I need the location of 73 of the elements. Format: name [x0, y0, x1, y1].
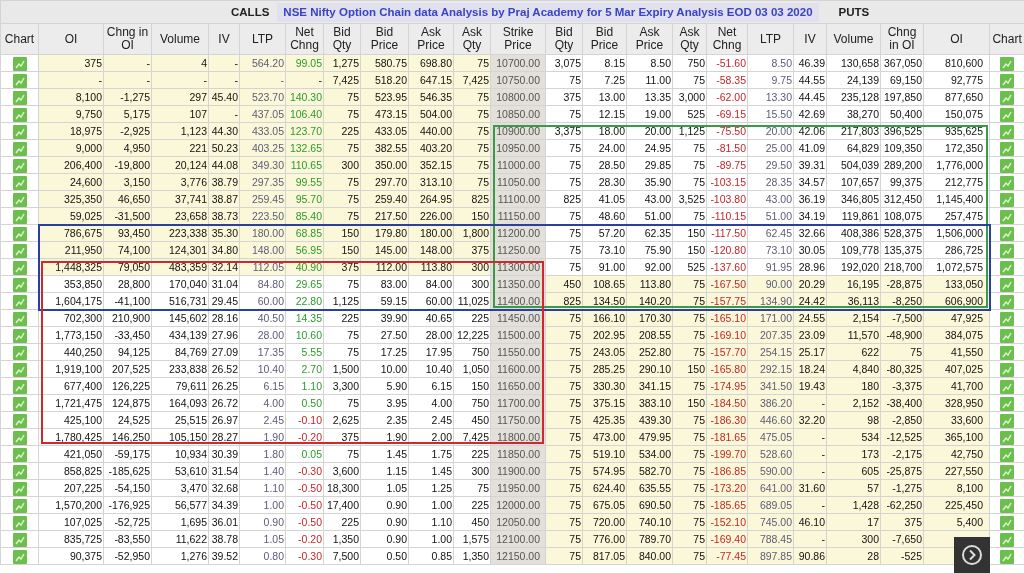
chart-icon[interactable] — [12, 515, 27, 530]
chart-icon[interactable] — [12, 209, 27, 224]
chart-icon[interactable] — [1000, 277, 1015, 292]
chart-icon[interactable] — [1000, 209, 1015, 224]
chart-icon[interactable] — [1000, 124, 1015, 139]
chart-icon[interactable] — [12, 226, 27, 241]
chart-icon[interactable] — [1000, 413, 1015, 428]
chart-icon[interactable] — [12, 192, 27, 207]
section-label: PUTS — [838, 4, 870, 20]
chart-icon[interactable] — [1000, 396, 1015, 411]
chart-icon[interactable] — [1000, 379, 1015, 394]
chart-icon[interactable] — [12, 549, 27, 564]
page-title: NSE Nifty Option Chain data Analysis by Praj Academy for 5 Mar Expiry Analysis EOD 03 03 2020 — [277, 2, 819, 22]
chart-icon[interactable] — [12, 277, 27, 292]
chart-icon[interactable] — [1000, 515, 1015, 530]
chart-icon[interactable] — [1000, 141, 1015, 156]
chart-icon[interactable] — [12, 447, 27, 462]
chart-icon[interactable] — [1000, 73, 1015, 88]
chart-icon[interactable] — [1000, 498, 1015, 513]
chart-icon[interactable] — [1000, 430, 1015, 445]
column-header: OI — [923, 23, 990, 55]
chart-icon[interactable] — [12, 379, 27, 394]
chart-icon[interactable] — [1000, 158, 1015, 173]
chart-icon[interactable] — [12, 294, 27, 309]
chart-icon[interactable] — [1000, 243, 1015, 258]
chart-icon[interactable] — [12, 328, 27, 343]
column-header: Chart — [0, 23, 39, 55]
chart-icon[interactable] — [1000, 362, 1015, 377]
next-icon — [961, 544, 983, 566]
chart-icon[interactable] — [1000, 56, 1015, 71]
chart-icon[interactable] — [12, 158, 27, 173]
chart-icon[interactable] — [1000, 345, 1015, 360]
chart-icon[interactable] — [12, 56, 27, 71]
chart-icon[interactable] — [1000, 192, 1015, 207]
next-button[interactable] — [954, 537, 990, 573]
chart-icon[interactable] — [1000, 260, 1015, 275]
chart-icon[interactable] — [12, 464, 27, 479]
chart-icon[interactable] — [1000, 481, 1015, 496]
chart-icon[interactable] — [12, 243, 27, 258]
chart-icon[interactable] — [12, 107, 27, 122]
chart-icon[interactable] — [12, 260, 27, 275]
chart-icon[interactable] — [12, 498, 27, 513]
chart-icon[interactable] — [1000, 532, 1015, 547]
chart-icon[interactable] — [12, 141, 27, 156]
chart-icon[interactable] — [1000, 328, 1015, 343]
chart-icon[interactable] — [12, 73, 27, 88]
chart-icon[interactable] — [1000, 311, 1015, 326]
chart-icon[interactable] — [12, 175, 27, 190]
column-header: OI — [38, 23, 104, 55]
chart-icon[interactable] — [1000, 447, 1015, 462]
chart-icon[interactable] — [12, 90, 27, 105]
chart-icon[interactable] — [12, 124, 27, 139]
chart-icon[interactable] — [1000, 90, 1015, 105]
column-header: Bid Price — [360, 23, 409, 55]
chart-icon[interactable] — [1000, 226, 1015, 241]
chart-icon[interactable] — [12, 430, 27, 445]
chart-icon[interactable] — [12, 311, 27, 326]
chart-icon[interactable] — [12, 396, 27, 411]
column-header: Volume — [826, 23, 881, 55]
chart-icon[interactable] — [12, 532, 27, 547]
section-label: CALLS — [231, 4, 270, 20]
column-header: Volume — [151, 23, 209, 55]
chart-icon[interactable] — [1000, 464, 1015, 479]
chart-icon[interactable] — [1000, 107, 1015, 122]
chart-icon[interactable] — [1000, 294, 1015, 309]
chart-icon[interactable] — [12, 481, 27, 496]
column-header: Chng in OI — [103, 23, 152, 55]
chart-icon[interactable] — [1000, 549, 1015, 564]
chart-icon[interactable] — [12, 362, 27, 377]
chart-icon[interactable] — [12, 345, 27, 360]
chart-icon[interactable] — [1000, 175, 1015, 190]
column-header: Strike Price — [490, 23, 546, 55]
chart-icon[interactable] — [12, 413, 27, 428]
